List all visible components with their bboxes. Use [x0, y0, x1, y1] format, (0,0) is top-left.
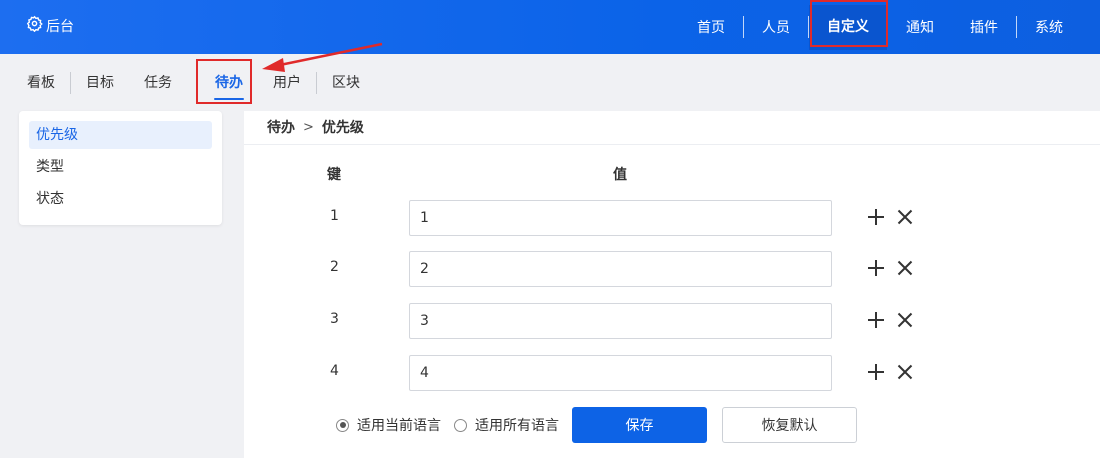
value-input[interactable]	[409, 200, 832, 236]
form-footer: 适用当前语言 适用所有语言 保存 恢复默认	[336, 407, 857, 443]
row-key: 4	[330, 363, 339, 379]
row-key: 2	[330, 259, 339, 275]
breadcrumb-separator: >	[303, 119, 314, 135]
value-column-header: 值	[613, 167, 627, 183]
tab-goals[interactable]: 目标	[71, 72, 129, 94]
radio-label: 适用所有语言	[475, 418, 559, 434]
gear-icon	[26, 15, 43, 36]
breadcrumb-parent[interactable]: 待办	[267, 117, 295, 137]
row-key: 3	[330, 311, 339, 327]
tab-users[interactable]: 用户	[258, 72, 316, 94]
nav-system[interactable]: 系统	[1017, 17, 1100, 37]
close-icon[interactable]	[894, 257, 916, 279]
nav-custom[interactable]: 自定义	[809, 4, 887, 50]
sidebar-item-priority[interactable]: 优先级	[29, 121, 212, 149]
value-input[interactable]	[409, 303, 832, 339]
sidebar-item-status[interactable]: 状态	[29, 185, 212, 213]
top-header: 后台 首页 人员 自定义 通知 插件 系统	[0, 0, 1100, 54]
value-input[interactable]	[409, 251, 832, 287]
plus-icon[interactable]	[865, 257, 887, 279]
radio-current-language[interactable]: 适用当前语言	[336, 415, 441, 435]
radio-all-languages[interactable]: 适用所有语言	[454, 415, 559, 435]
top-nav: 首页 人员 自定义 通知 插件 系统	[679, 0, 1100, 54]
breadcrumb-current: 优先级	[321, 120, 364, 136]
sub-nav: 看板 目标 任务 待办 用户 区块	[0, 54, 1100, 111]
nav-people[interactable]: 人员	[744, 17, 808, 37]
radio-dot[interactable]	[454, 418, 467, 432]
nav-notifications[interactable]: 通知	[888, 17, 952, 37]
table-row: 4	[244, 355, 1100, 391]
save-button[interactable]: 保存	[572, 407, 707, 443]
tab-todo[interactable]: 待办	[200, 72, 258, 100]
tab-blocks[interactable]: 区块	[317, 72, 375, 94]
plus-icon[interactable]	[865, 309, 887, 331]
close-icon[interactable]	[894, 361, 916, 383]
tab-tasks[interactable]: 任务	[129, 72, 192, 94]
close-icon[interactable]	[894, 309, 916, 331]
main-panel: 待办 > 优先级 键 值 1 2 3 4	[244, 111, 1100, 458]
divider	[244, 144, 1100, 145]
nav-home[interactable]: 首页	[679, 17, 743, 37]
row-key: 1	[330, 208, 339, 224]
value-input[interactable]	[409, 355, 832, 391]
key-column-header: 键	[327, 167, 341, 183]
plus-icon[interactable]	[865, 361, 887, 383]
radio-dot-selected[interactable]	[336, 418, 349, 432]
table-row: 2	[244, 251, 1100, 287]
sidebar-item-type[interactable]: 类型	[29, 153, 212, 181]
brand-label: 后台	[46, 18, 74, 35]
close-icon[interactable]	[894, 206, 916, 228]
table-row: 1	[244, 200, 1100, 236]
table-row: 3	[244, 303, 1100, 339]
breadcrumb: 待办 > 优先级	[267, 117, 364, 137]
tab-board[interactable]: 看板	[12, 72, 70, 94]
reset-default-button[interactable]: 恢复默认	[722, 407, 857, 443]
nav-plugins[interactable]: 插件	[952, 17, 1016, 37]
radio-label: 适用当前语言	[357, 418, 441, 434]
sidebar: 优先级 类型 状态	[19, 111, 222, 225]
plus-icon[interactable]	[865, 206, 887, 228]
brand[interactable]: 后台	[26, 15, 74, 36]
